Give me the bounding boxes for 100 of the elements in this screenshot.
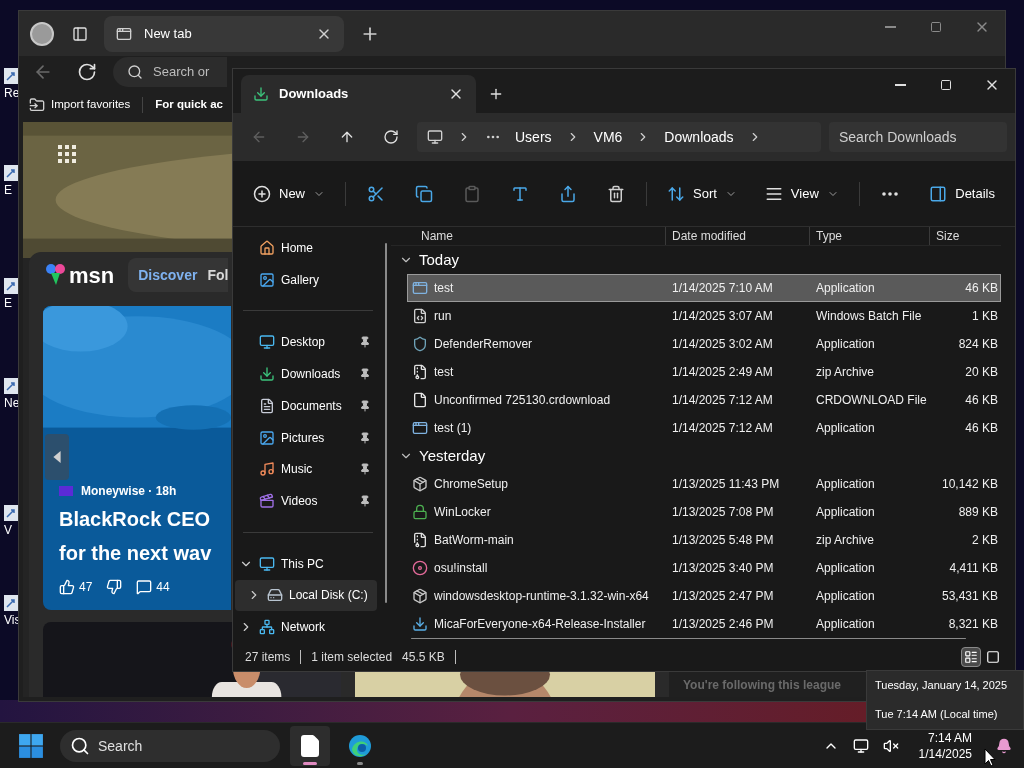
size-cell-text: 20 KB [964,364,999,381]
file-row[interactable]: MicaForEveryone-x64-Release-Installer 1/13/2025 2:46 PM Application 8,321 KB [407,610,1001,638]
size-cell-text: 2 KB [971,532,999,549]
nav-item[interactable]: Local Disk (C:) [235,579,377,612]
view-button[interactable]: View [756,175,847,212]
shortcut-icon[interactable] [4,505,18,521]
file-row[interactable]: run 1/14/2025 3:07 AM Windows Batch File 1 KB [407,302,1001,330]
breadcrumb-item[interactable]: VM6 [593,126,623,148]
column-header[interactable]: Name [391,227,665,245]
nav-item[interactable]: Desktop [235,326,377,359]
type-cell-text: zip Archive [815,532,876,549]
selection-size: 45.5 KB [402,649,445,666]
notification-icon[interactable] [996,737,1012,754]
clock[interactable]: 7:14 AM 1/14/2025 [918,729,972,762]
file-name: test [434,364,454,381]
file-name: run [434,308,452,325]
tabs-icon[interactable] [72,25,88,42]
network-icon[interactable] [852,737,869,754]
computer-icon [259,555,275,572]
rename-icon [511,184,529,203]
address-bar[interactable]: Search or [113,57,227,87]
breadcrumb-item[interactable]: Users [515,126,552,148]
file-name: BatWorm-main [434,532,514,549]
article-source: Moneywise · 18h [81,483,177,500]
shortcut-icon[interactable] [4,595,18,611]
nav-item[interactable]: Videos [235,485,377,517]
file-name: ChromeSetup [434,476,509,493]
nav-item[interactable]: Music [235,453,377,486]
music-icon [259,461,275,478]
desktop-icon-label: E [4,295,12,312]
nav-item[interactable]: Gallery [235,263,377,296]
window-tab[interactable]: Downloads [241,75,476,113]
type-cell-text: Application [815,616,876,633]
page-icon [116,25,132,42]
search-field[interactable]: Search Downloads [829,122,1007,152]
volume-muted-icon[interactable] [882,737,899,754]
file-row[interactable]: WinLocker 1/13/2025 7:08 PM Application 889 KB [407,498,1001,526]
clipboard-icon [463,184,481,203]
desktop-icon-label: E [4,182,12,199]
item-count: 27 items [245,649,291,666]
nav-item[interactable]: Downloads [235,358,377,390]
file-row[interactable]: test 1/14/2025 2:49 AM zip Archive 20 KB [407,358,1001,386]
date-cell-text: 1/13/2025 3:40 PM [671,560,775,577]
document-icon [259,397,275,414]
feed-tab[interactable]: Discover [138,264,198,286]
favorite-link[interactable]: Import favorites [29,96,131,114]
dislike-icon[interactable] [106,579,123,595]
file-row[interactable]: osu!install 1/13/2025 3:40 PM Application 4,411 KB [407,554,1001,582]
apps-grid-icon[interactable] [57,144,77,164]
shortcut-icon[interactable] [4,278,18,294]
feed-tab[interactable]: Fol [207,264,229,286]
shortcut-icon[interactable] [4,68,18,84]
file-name: test [434,280,454,297]
comment-button[interactable]: 44 [136,578,170,596]
taskbar-app[interactable] [290,725,330,766]
file-row[interactable]: ChromeSetup 1/13/2025 11:43 PM Application 10,142 KB [407,470,1001,498]
file-row[interactable]: Unconfirmed 725130.crdownload 1/14/2025 7:12 AM CRDOWNLOAD File 46 KB [407,386,1001,414]
breadcrumb-item[interactable]: Downloads [664,126,734,148]
plus-icon [253,184,271,203]
search-icon [70,735,90,756]
package-icon [412,476,428,492]
file-row[interactable]: test 1/14/2025 7:10 AM Application 46 KB [407,274,1001,302]
nav-item[interactable]: Home [235,232,377,264]
refresh-icon[interactable] [77,62,97,82]
date-cell-text: 1/13/2025 5:48 PM [671,532,775,549]
file-row[interactable]: windowsdesktop-runtime-3.1.32-win-x64 1/13/2025 2:47 PM Application 53,431 KB [407,582,1001,610]
column-header[interactable]: Size [929,227,1001,245]
home-icon [259,239,275,256]
shortcut-icon[interactable] [4,378,18,394]
desktop-icon-label: Ne [4,395,20,412]
zip-file-icon [412,364,428,380]
previous-button[interactable] [45,434,69,480]
square-icon [986,650,1000,664]
nav-item[interactable]: This PC [235,547,377,580]
nav-item[interactable]: Documents [235,389,377,422]
browser-tab[interactable]: New tab [104,15,344,52]
search-field[interactable]: Search [60,729,280,762]
news-card[interactable]: Moneywise · 18h BlackRock CEO for the next wav 47 44 [43,306,231,610]
group-header[interactable]: Yesterday [391,442,1001,470]
new-button[interactable]: New [245,175,333,212]
details-view-button[interactable] [961,647,981,667]
favorite-link[interactable]: For quick ac [155,96,223,114]
start-icon[interactable] [18,732,44,759]
group-header[interactable]: Today [391,246,1001,274]
column-header[interactable]: Date modified [665,227,809,245]
nav-item[interactable]: Pictures [235,421,377,454]
nav-item[interactable]: Network [235,611,377,644]
file-row[interactable]: test (1) 1/14/2025 7:12 AM Application 46 KB [407,414,1001,442]
sort-button[interactable]: Sort [659,175,745,212]
file-name: WinLocker [434,504,491,521]
address-bar[interactable]: Users VM6 Downloads [417,122,821,152]
like-button[interactable]: 47 [59,578,93,596]
shortcut-icon[interactable] [4,165,18,181]
file-row[interactable]: BatWorm-main 1/13/2025 5:48 PM zip Archive 2 KB [407,526,1001,554]
details-button[interactable]: Details [921,175,1003,212]
msn-logo[interactable]: msn [45,258,115,292]
column-header[interactable]: Type [809,227,929,245]
up-icon [339,129,355,145]
profile-avatar[interactable] [30,21,54,46]
file-row[interactable]: DefenderRemover 1/14/2025 3:02 AM Application 824 KB [407,330,1001,358]
